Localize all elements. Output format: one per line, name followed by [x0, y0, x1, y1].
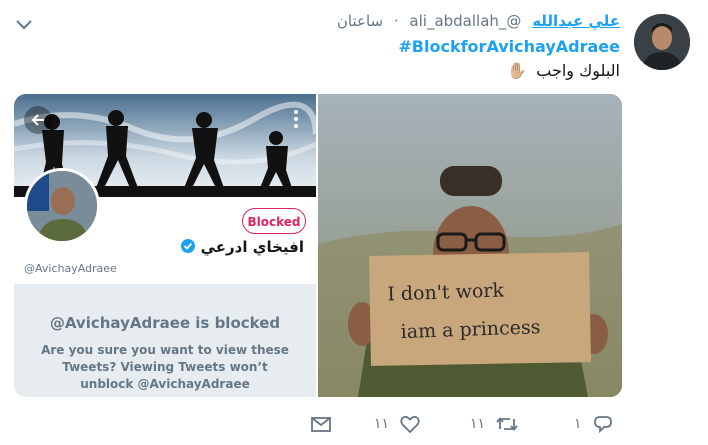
sign-line-2: iam a princess [400, 316, 541, 344]
reply-button[interactable]: ١ [574, 412, 614, 436]
chevron-down-icon[interactable] [14, 14, 34, 34]
media-image-right[interactable]: I don't work iam a princess [318, 94, 622, 397]
tweet-time[interactable]: ساعتان [337, 12, 383, 30]
envelope-icon [311, 417, 331, 432]
raised-hand-emoji: ✋🏼 [507, 61, 528, 80]
retweet-count: ١١ [470, 416, 486, 432]
media-image-left[interactable]: Blocked افيخاي ادرعي @AvichayAdraee @Avi… [14, 94, 318, 397]
verified-badge-icon [181, 239, 196, 253]
back-arrow-button[interactable] [24, 106, 52, 134]
profile-name: افيخاي ادرعي [177, 238, 304, 256]
author-avatar[interactable] [634, 14, 690, 70]
profile-handle: @AvichayAdraee [24, 262, 117, 275]
heart-icon [400, 415, 420, 434]
more-options-icon[interactable] [292, 108, 300, 130]
blocked-description: Are you sure you want to view these Twee… [41, 343, 289, 391]
reply-count: ١ [574, 416, 582, 432]
blocked-title: @AvichayAdraee is blocked [49, 314, 281, 332]
tweet-text-body: البلوك واجب [536, 61, 620, 80]
retweet-icon [496, 417, 518, 431]
reply-icon [593, 416, 612, 434]
soldier-photo [318, 94, 622, 397]
like-count: ١١ [374, 416, 390, 432]
retweet-button[interactable]: ١١ [470, 412, 519, 436]
profile-name-text: افيخاي ادرعي [200, 238, 304, 256]
like-button[interactable]: ١١ [374, 412, 421, 436]
author-name[interactable]: علي عبدالله [532, 12, 620, 30]
tweet-header: علي عبدالله @_ali_abdallah · ساعتان [337, 12, 620, 30]
author-handle[interactable]: @_ali_abdallah [409, 12, 521, 30]
tweet-media[interactable]: Blocked افيخاي ادرعي @AvichayAdraee @Avi… [14, 94, 622, 397]
profile-avatar[interactable] [24, 168, 100, 244]
blocked-button[interactable]: Blocked [242, 208, 306, 234]
sign-text: I don't work iam a princess [387, 269, 590, 352]
dm-button[interactable] [310, 412, 332, 436]
tweet-text: البلوك واجب ✋🏼 [507, 61, 620, 80]
hashtag-link[interactable]: #BlockforAvichayAdraee [398, 37, 620, 56]
separator-dot: · [393, 12, 399, 30]
